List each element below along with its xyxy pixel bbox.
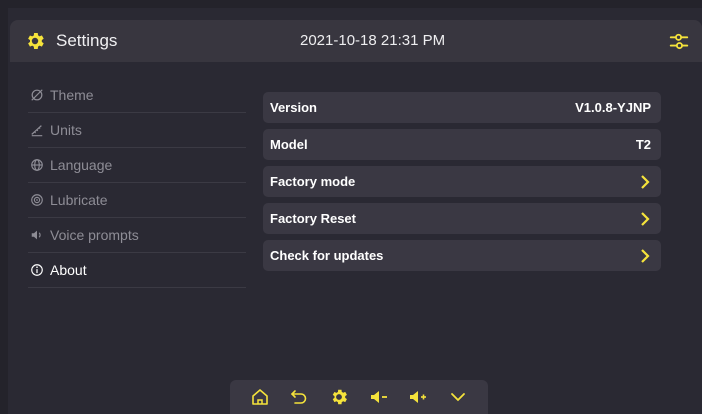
- sidebar-item-label: Theme: [50, 87, 94, 103]
- theme-slash-icon: [31, 89, 43, 101]
- page-title: Settings: [56, 31, 118, 50]
- home-button[interactable]: [248, 385, 272, 409]
- gear-icon: [28, 33, 44, 49]
- settings-button[interactable]: [327, 385, 351, 409]
- sidebar-item-about[interactable]: About: [28, 253, 246, 288]
- settings-sidebar: Theme Units Language Lubricate Voice pro…: [28, 78, 246, 288]
- row-label: Model: [270, 137, 308, 152]
- sidebar-item-voice-prompts[interactable]: Voice prompts: [28, 218, 246, 253]
- header-bar: Settings 2021-10-18 21:31 PM: [10, 20, 702, 62]
- info-icon: [31, 264, 43, 276]
- bottom-dock: [230, 380, 488, 414]
- model-row: Model T2: [263, 129, 661, 160]
- lubricate-icon: [31, 194, 43, 206]
- globe-icon: [31, 159, 43, 171]
- chevron-down-icon: [451, 393, 466, 402]
- version-row: Version V1.0.8-YJNP: [263, 92, 661, 123]
- speaker-icon: [31, 230, 41, 240]
- chevron-right-icon: [641, 211, 650, 226]
- version-value: V1.0.8-YJNP: [575, 100, 651, 115]
- row-label: Factory Reset: [270, 211, 356, 226]
- sidebar-item-label: Language: [50, 157, 113, 173]
- sidebar-item-theme[interactable]: Theme: [28, 78, 246, 113]
- row-label: Version: [270, 100, 317, 115]
- sidebar-item-label: Lubricate: [50, 192, 108, 208]
- about-panel: Version V1.0.8-YJNP Model T2 Factory mod…: [263, 92, 661, 277]
- volume-down-icon: [370, 391, 387, 403]
- collapse-button[interactable]: [446, 385, 470, 409]
- row-label: Check for updates: [270, 248, 384, 263]
- sidebar-item-label: About: [50, 262, 87, 278]
- sidebar-item-label: Voice prompts: [50, 227, 139, 243]
- volume-down-button[interactable]: [367, 385, 391, 409]
- factory-mode-row[interactable]: Factory mode: [263, 166, 661, 197]
- tune-sliders-icon[interactable]: [668, 30, 690, 52]
- back-icon: [291, 390, 307, 404]
- model-value: T2: [635, 137, 651, 152]
- chevron-right-icon: [641, 248, 650, 263]
- gear-icon: [332, 389, 348, 405]
- check-updates-row[interactable]: Check for updates: [263, 240, 661, 271]
- sidebar-item-label: Units: [50, 122, 82, 138]
- factory-reset-row[interactable]: Factory Reset: [263, 203, 661, 234]
- back-button[interactable]: [287, 385, 311, 409]
- volume-up-button[interactable]: [406, 385, 430, 409]
- sidebar-item-lubricate[interactable]: Lubricate: [28, 183, 246, 218]
- row-label: Factory mode: [270, 174, 356, 189]
- volume-up-icon: [410, 391, 427, 403]
- ruler-icon: [31, 125, 43, 137]
- datetime-display: 2021-10-18 21:31 PM: [300, 32, 446, 49]
- sidebar-item-language[interactable]: Language: [28, 148, 246, 183]
- sidebar-item-units[interactable]: Units: [28, 113, 246, 148]
- chevron-right-icon: [641, 174, 650, 189]
- home-icon: [252, 389, 268, 405]
